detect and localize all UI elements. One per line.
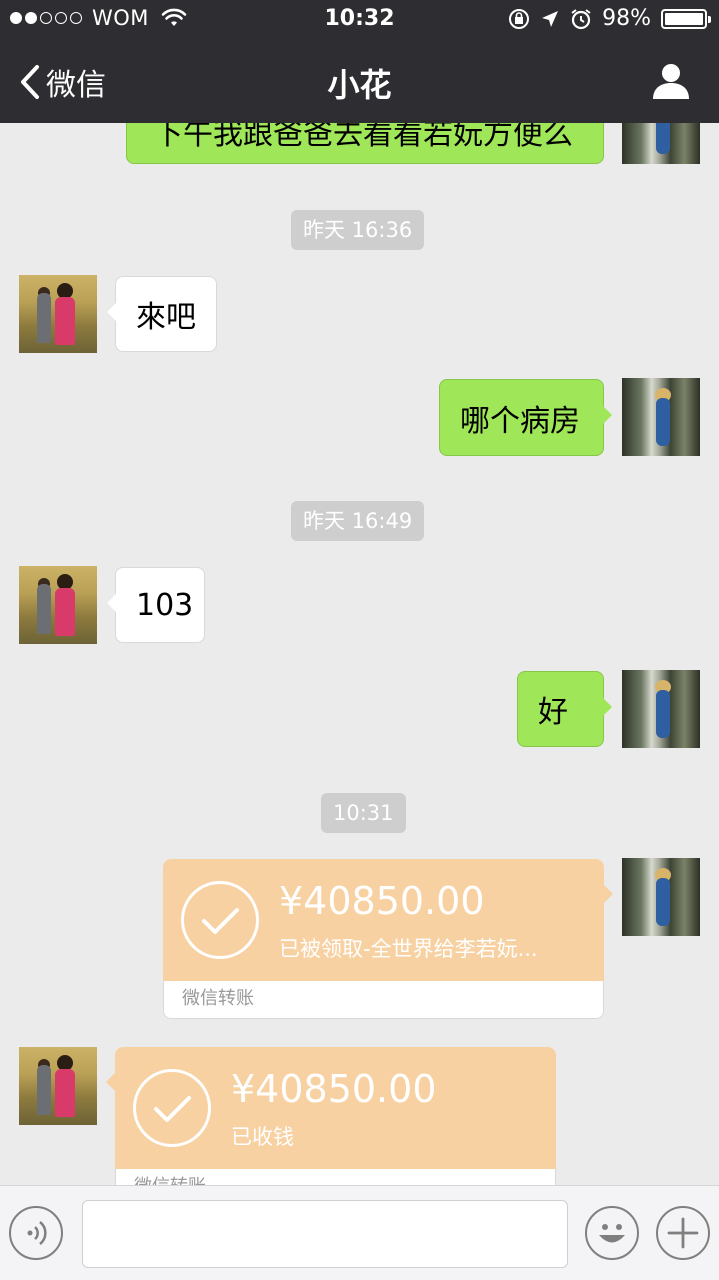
message-bubble-in[interactable]: 來吧 bbox=[107, 276, 217, 352]
transfer-note: 已收钱 bbox=[231, 1125, 294, 1149]
transfer-footer: 微信转账 bbox=[115, 1169, 556, 1185]
timestamp: 昨天 16:49 bbox=[291, 501, 425, 541]
transfer-card-out[interactable]: ¥40850.00 已被领取-全世界给李若妧... 微信转账 bbox=[163, 859, 613, 1019]
profile-icon[interactable] bbox=[651, 62, 691, 100]
voice-button[interactable] bbox=[9, 1206, 63, 1260]
message-text: 103 bbox=[136, 587, 194, 623]
my-avatar[interactable] bbox=[622, 378, 700, 456]
alarm-icon bbox=[571, 8, 591, 29]
battery-percent: 98% bbox=[602, 6, 651, 31]
check-icon bbox=[133, 1069, 211, 1147]
chat-area[interactable]: 下午我跟爸爸去看看若妧方便么 昨天 16:36 來吧 哪个病房 昨天 16:49… bbox=[0, 0, 719, 1185]
battery-icon bbox=[661, 8, 711, 29]
my-avatar[interactable] bbox=[622, 670, 700, 748]
location-arrow-icon bbox=[542, 10, 559, 27]
transfer-amount: ¥40850.00 bbox=[279, 879, 485, 923]
message-bubble-out[interactable]: 好 bbox=[517, 671, 612, 747]
message-input[interactable] bbox=[82, 1200, 568, 1268]
timestamp: 昨天 16:36 bbox=[291, 210, 425, 250]
status-bar: WOM 10:32 98% bbox=[0, 0, 719, 40]
emoji-icon bbox=[599, 1224, 625, 1243]
lock-rotation-icon bbox=[509, 8, 530, 29]
input-bar bbox=[0, 1185, 719, 1280]
voice-icon bbox=[27, 1221, 47, 1245]
transfer-footer: 微信转账 bbox=[163, 981, 604, 1019]
my-avatar[interactable] bbox=[622, 858, 700, 936]
transfer-note: 已被领取-全世界给李若妧... bbox=[279, 937, 538, 961]
emoji-button[interactable] bbox=[585, 1206, 639, 1260]
check-icon bbox=[181, 881, 259, 959]
top-bar: WOM 10:32 98% 微信 小花 bbox=[0, 0, 719, 123]
message-text: 來吧 bbox=[136, 300, 196, 335]
contact-avatar[interactable] bbox=[19, 566, 97, 644]
transfer-amount: ¥40850.00 bbox=[231, 1067, 437, 1111]
plus-icon bbox=[667, 1217, 699, 1249]
nav-bar: 微信 小花 bbox=[0, 40, 719, 123]
chat-title: 小花 bbox=[327, 66, 392, 104]
message-text: 哪个病房 bbox=[460, 403, 580, 439]
message-text: 好 bbox=[538, 695, 568, 730]
message-bubble-in[interactable]: 103 bbox=[107, 567, 205, 643]
more-button[interactable] bbox=[656, 1206, 710, 1260]
timestamp: 10:31 bbox=[321, 793, 406, 833]
transfer-card-in[interactable]: ¥40850.00 已收钱 微信转账 bbox=[106, 1047, 556, 1185]
contact-avatar[interactable] bbox=[19, 1047, 97, 1125]
message-bubble-out[interactable]: 哪个病房 bbox=[439, 379, 612, 456]
contact-avatar[interactable] bbox=[19, 275, 97, 353]
